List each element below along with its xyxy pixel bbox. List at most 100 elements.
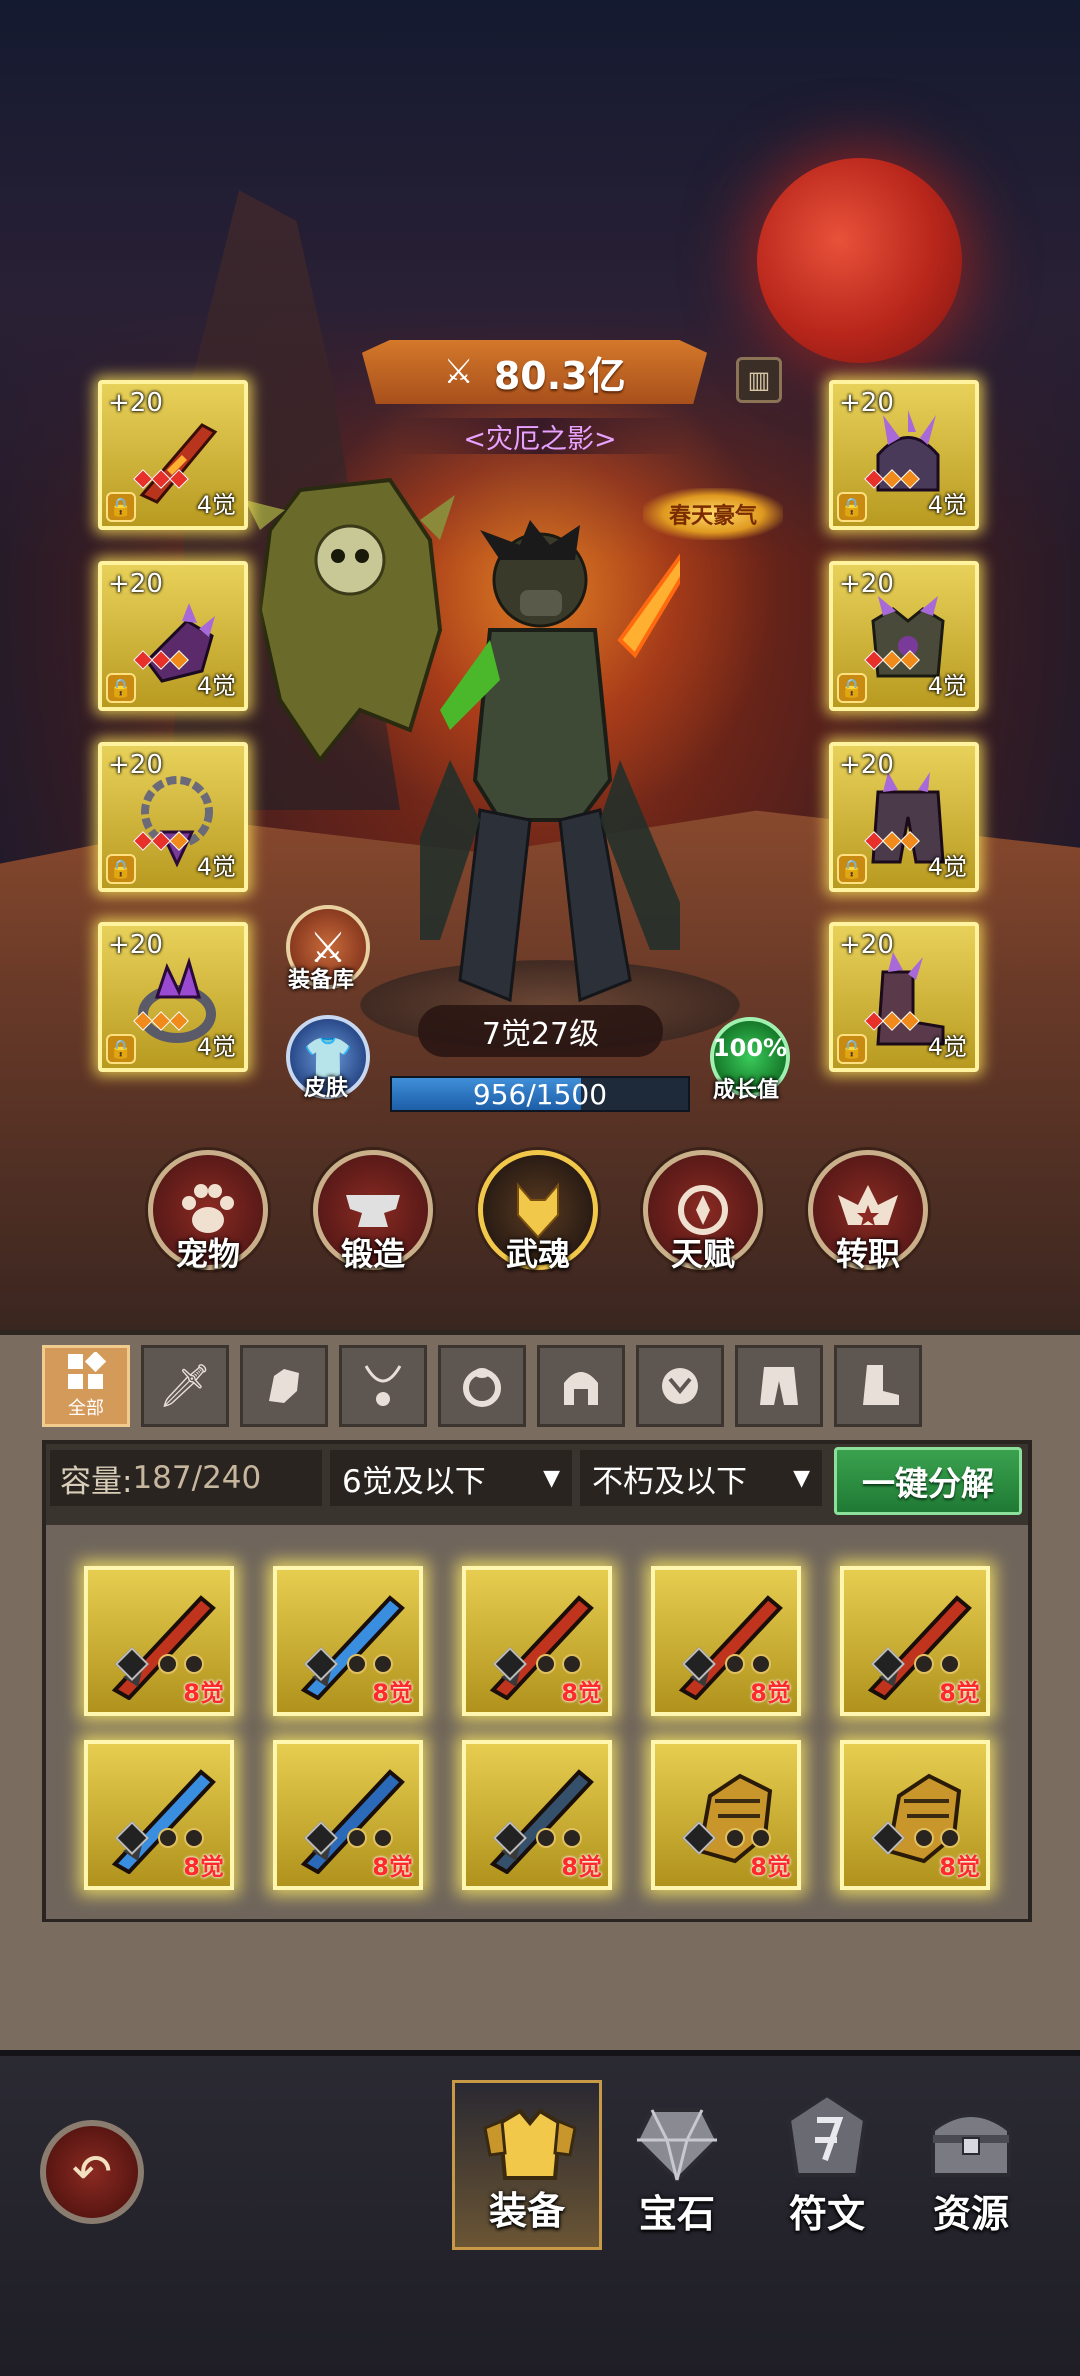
lock-icon[interactable]: 🔒 bbox=[106, 673, 136, 703]
capacity-display: 容量: 187/240 bbox=[50, 1450, 322, 1506]
lock-icon bbox=[562, 1654, 582, 1674]
tab-necklace[interactable] bbox=[339, 1345, 427, 1427]
tab-all[interactable]: 全部 bbox=[42, 1345, 130, 1427]
lock-icon bbox=[940, 1828, 960, 1848]
skill-class-change[interactable]: 转职 bbox=[808, 1150, 928, 1273]
quality-filter-dropdown[interactable]: 不朽及以下 ▼ bbox=[580, 1450, 822, 1506]
gem-sockets bbox=[133, 1011, 189, 1031]
nav-equipment[interactable]: 装备 bbox=[452, 2080, 602, 2250]
tab-armor[interactable] bbox=[636, 1345, 724, 1427]
lock-icon[interactable]: 🔒 bbox=[837, 492, 867, 522]
lock-icon bbox=[725, 1828, 745, 1848]
exp-bar: 956/1500 bbox=[390, 1076, 690, 1112]
nav-resources[interactable]: 资源 bbox=[896, 2080, 1046, 2250]
skill-weapon-soul[interactable]: 武魂 bbox=[478, 1150, 598, 1273]
tab-boots[interactable] bbox=[834, 1345, 922, 1427]
equip-slot-gloves[interactable]: +20 🔒 4觉 bbox=[98, 561, 248, 711]
lock-icon[interactable]: 🔒 bbox=[106, 854, 136, 884]
title-badge[interactable]: 春天豪气 bbox=[643, 488, 783, 540]
armory-label: 装备库 bbox=[288, 968, 355, 993]
tab-ring[interactable] bbox=[438, 1345, 526, 1427]
inventory-item[interactable]: 8觉 bbox=[273, 1740, 423, 1890]
helmet-icon bbox=[564, 1372, 598, 1405]
growth-label: 成长值 bbox=[713, 1078, 780, 1103]
equip-slot-helmet[interactable]: +20 🔒 4觉 bbox=[829, 380, 979, 530]
gem-sockets bbox=[133, 831, 189, 851]
inventory-item[interactable]: 8觉 bbox=[840, 1740, 990, 1890]
inventory-item[interactable]: 8觉 bbox=[273, 1566, 423, 1716]
armor-icon bbox=[662, 1368, 698, 1404]
grid-icon bbox=[68, 1352, 106, 1389]
tab-pants[interactable] bbox=[735, 1345, 823, 1427]
lock-icon bbox=[347, 1654, 367, 1674]
awaken-level: 8觉 bbox=[372, 1853, 413, 1881]
skill-forge[interactable]: 锻造 bbox=[313, 1150, 433, 1273]
pants-icon bbox=[760, 1367, 798, 1405]
skill-talent[interactable]: 天赋 bbox=[643, 1150, 763, 1273]
ring-icon bbox=[463, 1368, 501, 1407]
exp-text: 956/1500 bbox=[472, 1077, 608, 1111]
equip-slot-armor[interactable]: +20 🔒 4觉 bbox=[829, 561, 979, 711]
awaken-level: 8觉 bbox=[561, 1853, 602, 1881]
lock-icon bbox=[914, 1654, 934, 1674]
awaken-filter-dropdown[interactable]: 6觉及以下 ▼ bbox=[330, 1450, 572, 1506]
lock-icon[interactable]: 🔒 bbox=[837, 673, 867, 703]
lock-icon bbox=[184, 1654, 204, 1674]
lock-icon[interactable]: 🔒 bbox=[837, 1034, 867, 1064]
gem-sockets bbox=[133, 650, 189, 670]
awaken-level: 8觉 bbox=[939, 1679, 980, 1707]
tab-gloves[interactable] bbox=[240, 1345, 328, 1427]
chest-icon bbox=[931, 2113, 1011, 2177]
glove-icon bbox=[269, 1369, 299, 1403]
lock-icon bbox=[347, 1828, 367, 1848]
ranking-button[interactable]: ▥ bbox=[736, 357, 782, 403]
inventory-item[interactable]: 8觉 bbox=[651, 1566, 801, 1716]
skill-pet[interactable]: 宠物 bbox=[148, 1150, 268, 1273]
awaken-level: 8觉 bbox=[939, 1853, 980, 1881]
lock-icon bbox=[536, 1828, 556, 1848]
equip-slot-boots[interactable]: +20 🔒 4觉 bbox=[829, 922, 979, 1072]
crossed-swords-icon: ⚔ bbox=[443, 352, 474, 392]
hero-level: 7觉27级 bbox=[418, 1005, 663, 1057]
gem-sockets bbox=[864, 650, 920, 670]
lock-icon bbox=[940, 1654, 960, 1674]
nav-runes[interactable]: 符文 bbox=[752, 2080, 902, 2250]
awaken-level: 8觉 bbox=[372, 1679, 413, 1707]
inventory-item[interactable]: 8觉 bbox=[840, 1566, 990, 1716]
inventory-item[interactable]: 8觉 bbox=[462, 1740, 612, 1890]
blood-moon bbox=[757, 158, 962, 363]
lock-icon bbox=[562, 1828, 582, 1848]
sword-icon: 🗡 bbox=[158, 1361, 212, 1410]
lock-icon bbox=[914, 1828, 934, 1848]
nav-gems[interactable]: 宝石 bbox=[602, 2080, 752, 2250]
rune-icon bbox=[786, 2092, 868, 2177]
awaken-level: 8觉 bbox=[561, 1679, 602, 1707]
inventory-item[interactable]: 8觉 bbox=[84, 1740, 234, 1890]
lock-icon bbox=[751, 1828, 771, 1848]
gem-sockets bbox=[864, 831, 920, 851]
skin-label: 皮肤 bbox=[304, 1076, 349, 1101]
necklace-icon bbox=[364, 1365, 402, 1406]
hero-title: <灾厄之影> bbox=[395, 418, 685, 455]
gem-sockets bbox=[864, 469, 920, 489]
back-button[interactable]: ↶ bbox=[40, 2120, 144, 2224]
equip-slot-pants[interactable]: +20 🔒 4觉 bbox=[829, 742, 979, 892]
tab-helmet[interactable] bbox=[537, 1345, 625, 1427]
lock-icon[interactable]: 🔒 bbox=[106, 1034, 136, 1064]
equip-slot-weapon[interactable]: +20 🔒 4觉 bbox=[98, 380, 248, 530]
one-click-decompose-button[interactable]: 一键分解 bbox=[834, 1447, 1022, 1515]
inventory-item[interactable]: 8觉 bbox=[462, 1566, 612, 1716]
gem-sockets bbox=[864, 1011, 920, 1031]
lock-icon[interactable]: 🔒 bbox=[837, 854, 867, 884]
lock-icon[interactable]: 🔒 bbox=[106, 492, 136, 522]
tab-weapon[interactable]: 🗡 bbox=[141, 1345, 229, 1427]
awaken-level: 8觉 bbox=[750, 1853, 791, 1881]
hero-scene: ⚔ 80.3亿 ▥ <灾厄之影> 春天豪气 +20 🔒 4觉 +20 🔒 4觉 … bbox=[0, 0, 1080, 1330]
power-banner: ⚔ 80.3亿 bbox=[362, 340, 707, 404]
inventory-item[interactable]: 8觉 bbox=[84, 1566, 234, 1716]
inventory-item[interactable]: 8觉 bbox=[651, 1740, 801, 1890]
equip-slot-ring[interactable]: +20 🔒 4觉 bbox=[98, 922, 248, 1072]
equip-slot-necklace[interactable]: +20 🔒 4觉 bbox=[98, 742, 248, 892]
combat-power: 80.3亿 bbox=[493, 353, 626, 398]
hero-character[interactable] bbox=[420, 520, 680, 1020]
